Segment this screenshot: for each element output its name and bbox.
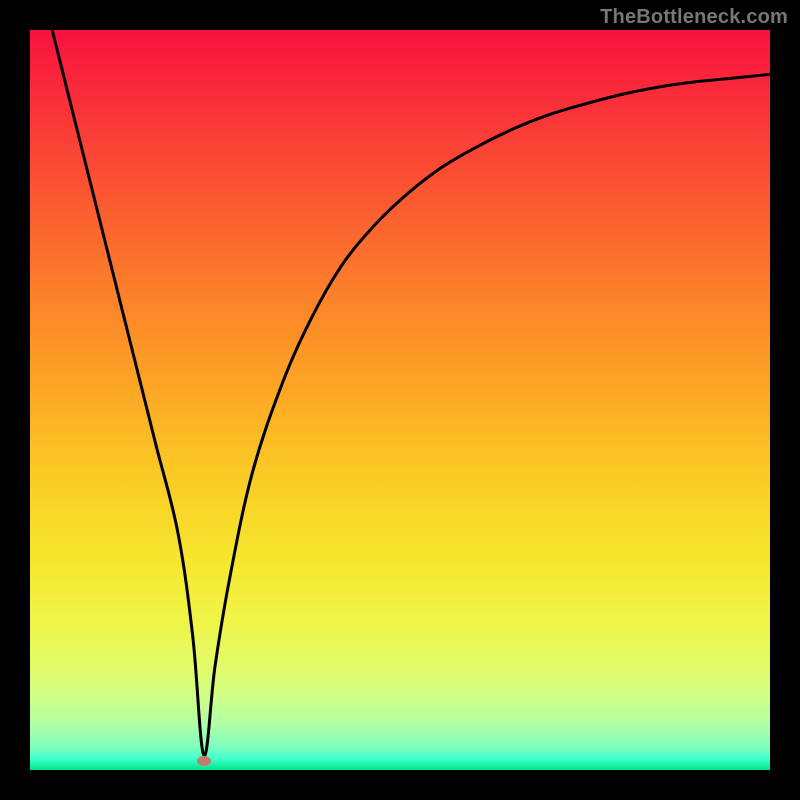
bottleneck-curve [30, 30, 770, 770]
watermark-text: TheBottleneck.com [600, 6, 788, 29]
chart-frame: TheBottleneck.com [0, 0, 800, 800]
plot-area [30, 30, 770, 770]
